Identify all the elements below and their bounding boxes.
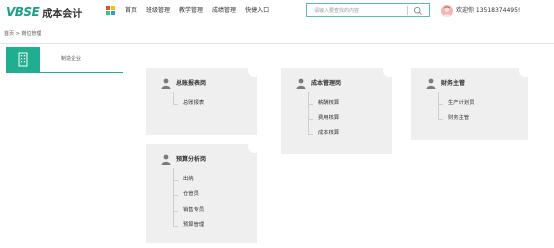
position-item[interactable]: 预算管理 bbox=[183, 222, 204, 229]
position-item[interactable]: 出纳 bbox=[183, 176, 194, 183]
tab-icon-box bbox=[6, 47, 40, 72]
tree-tick bbox=[308, 104, 313, 105]
tree-tick bbox=[438, 119, 443, 120]
top-header: VBSE 成本会计 首页 班级管理 教学管理 成绩管理 快捷入口 欢迎你 135… bbox=[0, 0, 554, 24]
position-card[interactable]: 成本管理岗 薪酬核算 费用核算 成本核算 bbox=[281, 64, 396, 154]
apps-grid-icon[interactable] bbox=[106, 6, 116, 16]
logo-title: 成本会计 bbox=[42, 8, 83, 20]
card-header: 预算分析岗 bbox=[161, 154, 206, 165]
card-corner bbox=[248, 140, 261, 153]
nav-quick-entry[interactable]: 快捷入口 bbox=[245, 7, 269, 15]
position-item[interactable]: 费用核算 bbox=[318, 115, 339, 122]
app-logo[interactable]: VBSE 成本会计 bbox=[6, 4, 82, 20]
building-icon bbox=[18, 52, 28, 67]
card-header: 财务主管 bbox=[426, 78, 465, 89]
breadcrumb-bar: 首页 > 岗位管理 bbox=[0, 30, 554, 41]
search-box bbox=[306, 3, 430, 17]
card-corner bbox=[383, 64, 396, 77]
tree-tick bbox=[173, 226, 178, 227]
tab-active-underline bbox=[6, 72, 123, 73]
position-item[interactable]: 生产计划员 bbox=[448, 100, 475, 107]
tree-line bbox=[173, 168, 174, 226]
position-item[interactable]: 财务主管 bbox=[448, 115, 469, 122]
position-card[interactable]: 财务主管 生产计划员 财务主管 bbox=[411, 64, 532, 140]
card-corner bbox=[519, 64, 532, 77]
tab-label: 制造企业 bbox=[61, 56, 82, 62]
person-icon bbox=[161, 78, 171, 89]
card-title: 预算分析岗 bbox=[176, 155, 207, 163]
nav-home[interactable]: 首页 bbox=[125, 7, 137, 15]
card-header: 成本管理岗 bbox=[296, 78, 341, 89]
tree-tick bbox=[308, 134, 313, 135]
position-card[interactable]: 预算分析岗 出纳 仓管员 销售专员 预算管理 bbox=[146, 140, 261, 243]
main-nav: 首页 班级管理 教学管理 成绩管理 快捷入口 bbox=[125, 7, 278, 15]
tab-enterprise[interactable]: 制造企业 bbox=[6, 47, 123, 73]
person-icon bbox=[426, 78, 436, 89]
tree-tick bbox=[173, 180, 178, 181]
position-item[interactable]: 仓管员 bbox=[183, 191, 199, 198]
breadcrumb: 首页 > 岗位管理 bbox=[4, 31, 42, 37]
divider bbox=[0, 43, 554, 44]
card-title: 总账报表岗 bbox=[176, 79, 207, 87]
user-avatar[interactable] bbox=[441, 5, 453, 17]
person-icon bbox=[161, 154, 171, 165]
tree-tick bbox=[173, 195, 178, 196]
apps-tile bbox=[111, 11, 115, 15]
search-icon[interactable] bbox=[413, 6, 423, 16]
card-title: 财务主管 bbox=[441, 79, 466, 87]
tree-tick bbox=[173, 104, 178, 105]
apps-tile bbox=[111, 6, 115, 10]
apps-tile bbox=[106, 11, 110, 15]
logo-mark: VBSE bbox=[6, 5, 40, 19]
tree-line bbox=[308, 92, 309, 134]
nav-teaching-management[interactable]: 教学管理 bbox=[179, 7, 203, 15]
search-input[interactable] bbox=[314, 6, 404, 15]
search-divider bbox=[407, 6, 408, 15]
card-header: 总账报表岗 bbox=[161, 78, 206, 89]
nav-grade-management[interactable]: 成绩管理 bbox=[212, 7, 236, 15]
tree-tick bbox=[438, 104, 443, 105]
person-icon bbox=[296, 78, 306, 89]
position-item[interactable]: 薪酬核算 bbox=[318, 100, 339, 107]
position-item[interactable]: 成本核算 bbox=[318, 130, 339, 137]
tree-tick bbox=[308, 119, 313, 120]
welcome-text: 欢迎你 13518374495! bbox=[456, 7, 521, 14]
tree-line bbox=[438, 92, 439, 120]
position-item[interactable]: 总账报表 bbox=[183, 100, 204, 107]
card-corner bbox=[248, 64, 261, 77]
position-item[interactable]: 销售专员 bbox=[183, 207, 204, 214]
apps-tile bbox=[106, 6, 110, 10]
card-title: 成本管理岗 bbox=[311, 79, 342, 87]
position-card[interactable]: 总账报表岗 总账报表 bbox=[146, 64, 261, 135]
tree-tick bbox=[173, 211, 178, 212]
nav-class-management[interactable]: 班级管理 bbox=[146, 7, 170, 15]
